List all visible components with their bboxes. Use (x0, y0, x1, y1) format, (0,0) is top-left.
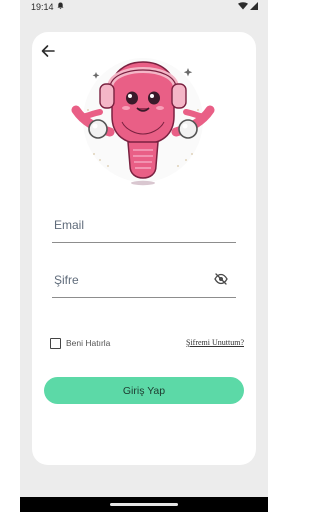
email-input[interactable] (52, 203, 236, 242)
login-button[interactable]: Giriş Yap (44, 377, 244, 404)
remember-me-label: Beni Hatırla (66, 338, 111, 348)
remember-me-row: Beni Hatırla (50, 336, 110, 350)
password-input[interactable] (52, 258, 236, 297)
home-gesture-handle[interactable] (110, 503, 178, 506)
login-card: Beni Hatırla Şifremi Unuttum? Giriş Yap (32, 32, 256, 465)
bell-icon (57, 2, 64, 12)
back-button[interactable] (40, 44, 60, 62)
status-time: 19:14 (31, 2, 54, 12)
forgot-password-link[interactable]: Şifremi Unuttum? (186, 338, 244, 347)
arrow-left-icon (41, 45, 55, 57)
uterus-mascot-icon (71, 58, 215, 186)
cell-signal-icon (250, 2, 258, 12)
remember-me-checkbox[interactable] (50, 337, 61, 349)
system-nav-bar (20, 497, 268, 512)
status-bar: 19:14 (20, 0, 268, 16)
email-field[interactable] (52, 203, 236, 243)
toggle-password-visibility-button[interactable] (214, 272, 228, 285)
password-field[interactable] (52, 258, 236, 298)
eye-off-icon (214, 273, 228, 285)
wifi-icon (238, 2, 248, 12)
